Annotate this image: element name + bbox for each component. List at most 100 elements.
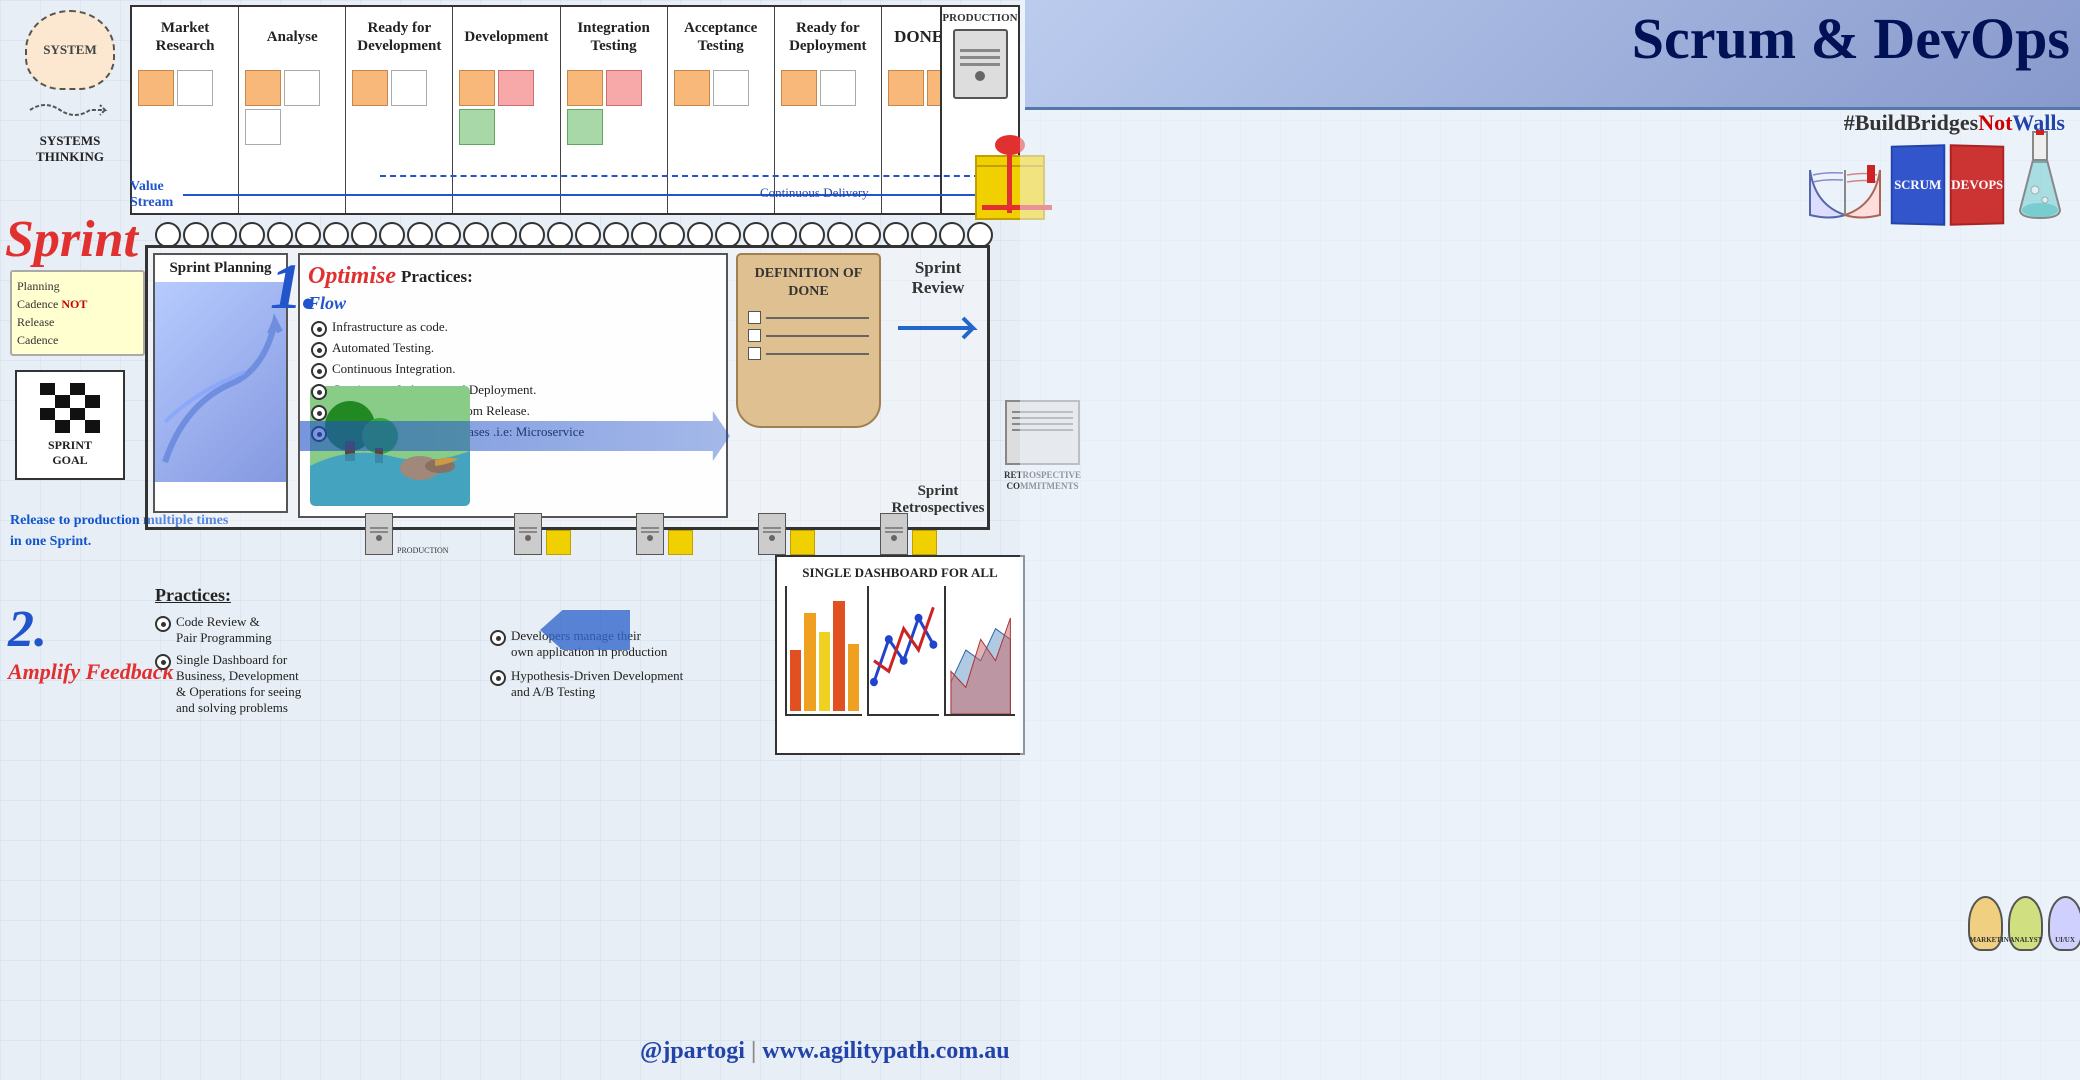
main-sprint-area: Sprint Planning 1. Optimise Practices: F… bbox=[145, 245, 990, 530]
sprint-review-arrow bbox=[893, 308, 983, 348]
amplify-number: 2. bbox=[8, 600, 174, 659]
bar bbox=[848, 644, 859, 711]
kanban-card bbox=[459, 109, 495, 145]
server-line bbox=[960, 49, 1000, 52]
server-line bbox=[960, 56, 1000, 59]
line-chart-svg bbox=[869, 586, 938, 714]
book-svg bbox=[1805, 160, 1885, 225]
prod-mini-set-1: PRODUCTION bbox=[365, 513, 449, 555]
prod-mini-server2 bbox=[514, 513, 542, 555]
flask-area bbox=[2015, 130, 2065, 225]
line-chart bbox=[867, 586, 938, 716]
sprint-planning-box: Sprint Planning bbox=[153, 253, 288, 513]
bar bbox=[804, 613, 815, 711]
bullet-icon bbox=[155, 654, 171, 670]
footer-website: www.agilitypath.com.au bbox=[762, 1038, 1009, 1064]
sprint-cadence-box: Planning Cadence NOT Release Cadence bbox=[10, 270, 145, 356]
footer-divider: | bbox=[751, 1038, 762, 1064]
team-figure-uiux: UI/UX bbox=[2048, 896, 2080, 951]
practice-text: Single Dashboard for Business, Developme… bbox=[176, 652, 301, 716]
col-header-analyse: Analyse bbox=[242, 12, 342, 62]
col-header-integration: Integration Testing bbox=[564, 12, 664, 62]
kanban-card bbox=[352, 70, 388, 106]
prod-mini-set-3 bbox=[636, 513, 693, 555]
prod-mini-gift bbox=[546, 530, 571, 555]
kanban-card bbox=[245, 70, 281, 106]
bullet-icon bbox=[311, 342, 327, 358]
right-panel: Scrum & DevOps #BuildBridgesNotWalls 3. … bbox=[1020, 0, 2080, 1080]
kanban-card bbox=[567, 109, 603, 145]
sprint-cadence-text: Planning Cadence NOT Release Cadence bbox=[17, 277, 138, 349]
optimise-header: Optimise bbox=[308, 263, 396, 290]
sprint-planning-label: Sprint Planning bbox=[155, 255, 286, 282]
list-item: Infrastructure as code. bbox=[311, 319, 718, 337]
bar bbox=[819, 632, 830, 711]
cadence-label: Cadence bbox=[17, 297, 58, 311]
server-line bbox=[960, 63, 1000, 66]
value-stream-label: Value Stream bbox=[130, 179, 173, 211]
dod-item-1 bbox=[748, 311, 869, 324]
area-chart-svg bbox=[946, 586, 1015, 714]
optimise-section: 1. Optimise Practices: Flow bbox=[298, 253, 728, 518]
practice-text: Infrastructure as code. bbox=[332, 319, 448, 335]
prod-mini-gift4 bbox=[912, 530, 937, 555]
systems-thinking-label: SYSTEMS THINKING bbox=[5, 133, 135, 165]
sprint-review-area: Sprint Review bbox=[888, 258, 988, 353]
dashboard-charts bbox=[785, 586, 1015, 736]
bar bbox=[790, 650, 801, 711]
practices2-list: Code Review & Pair Programming Single Da… bbox=[155, 614, 465, 716]
kanban-card bbox=[781, 70, 817, 106]
open-book bbox=[1805, 160, 1885, 225]
prod-mini-label: PRODUCTION bbox=[397, 546, 449, 555]
sprint-goal-text: SPRINT GOAL bbox=[48, 438, 92, 468]
prod-mini-set-2 bbox=[514, 513, 571, 555]
footer-social: @jpartogi | www.agilitypath.com.au bbox=[640, 1038, 1010, 1065]
kanban-card bbox=[820, 70, 856, 106]
checkered-flag bbox=[40, 383, 100, 433]
gift-ribbon-v bbox=[1007, 140, 1012, 213]
sprint-review-label: Sprint Review bbox=[888, 258, 988, 298]
server-box bbox=[953, 29, 1008, 99]
cadence-not-label: NOT bbox=[61, 297, 87, 311]
col-header-ready-deploy: Ready for Deployment bbox=[778, 12, 878, 62]
bullet-icon bbox=[490, 670, 506, 686]
continuous-delivery-label: Continuous Delivery bbox=[760, 185, 869, 201]
area-chart bbox=[944, 586, 1015, 716]
col-header-market-research: Market Research bbox=[135, 12, 235, 62]
sprint-planning-visual bbox=[155, 282, 286, 482]
brain-circle: SYSTEM bbox=[25, 10, 115, 90]
prod-mini-gift2 bbox=[668, 530, 693, 555]
planning-label: Planning bbox=[17, 279, 60, 293]
practice-text: Code Review & Pair Programming bbox=[176, 614, 272, 646]
main-container: SYSTEM SYSTEMS THINKING Market Research … bbox=[0, 0, 2080, 1080]
sprint-planning-svg bbox=[155, 282, 285, 482]
team-head-analyst: ANALYST bbox=[2008, 896, 2043, 951]
team-role-label: ANALYST bbox=[2010, 936, 2041, 944]
amplify-feedback-area: 2. Amplify Feedback bbox=[8, 600, 174, 685]
kanban-card bbox=[284, 70, 320, 106]
dashboard-box: SINGLE DASHBOARD FOR ALL bbox=[775, 555, 1025, 755]
col-header-acceptance: Acceptance Testing bbox=[671, 12, 771, 62]
system-label: SYSTEM bbox=[43, 42, 96, 58]
list-item: Code Review & Pair Programming bbox=[155, 614, 465, 646]
team-figure-marketing: MARKETING bbox=[1968, 896, 2003, 951]
prod-mini-set-5 bbox=[880, 513, 937, 555]
cadence2-label: Cadence bbox=[17, 333, 58, 347]
list-item: Automated Testing. bbox=[311, 340, 718, 358]
bullet-icon bbox=[155, 616, 171, 632]
kanban-card bbox=[245, 109, 281, 145]
amplify-label: Amplify Feedback bbox=[8, 659, 174, 685]
dod-line bbox=[766, 317, 869, 319]
practice-text: Hypothesis-Driven Development and A/B Te… bbox=[511, 668, 683, 700]
practice-text: Automated Testing. bbox=[332, 340, 434, 356]
prod-mini-gift3 bbox=[790, 530, 815, 555]
arrow-decoration bbox=[25, 95, 115, 125]
kanban-card bbox=[674, 70, 710, 106]
sprint-goal-box: SPRINT GOAL bbox=[15, 370, 125, 480]
practices2-area: Practices: Code Review & Pair Programmin… bbox=[155, 585, 465, 722]
list-item: Continuous Integration. bbox=[311, 361, 718, 379]
kanban-card bbox=[567, 70, 603, 106]
dashed-value-stream-arrow bbox=[380, 175, 980, 177]
definition-of-done: DEFINITION OF DONE bbox=[736, 253, 881, 428]
dod-line bbox=[766, 353, 869, 355]
